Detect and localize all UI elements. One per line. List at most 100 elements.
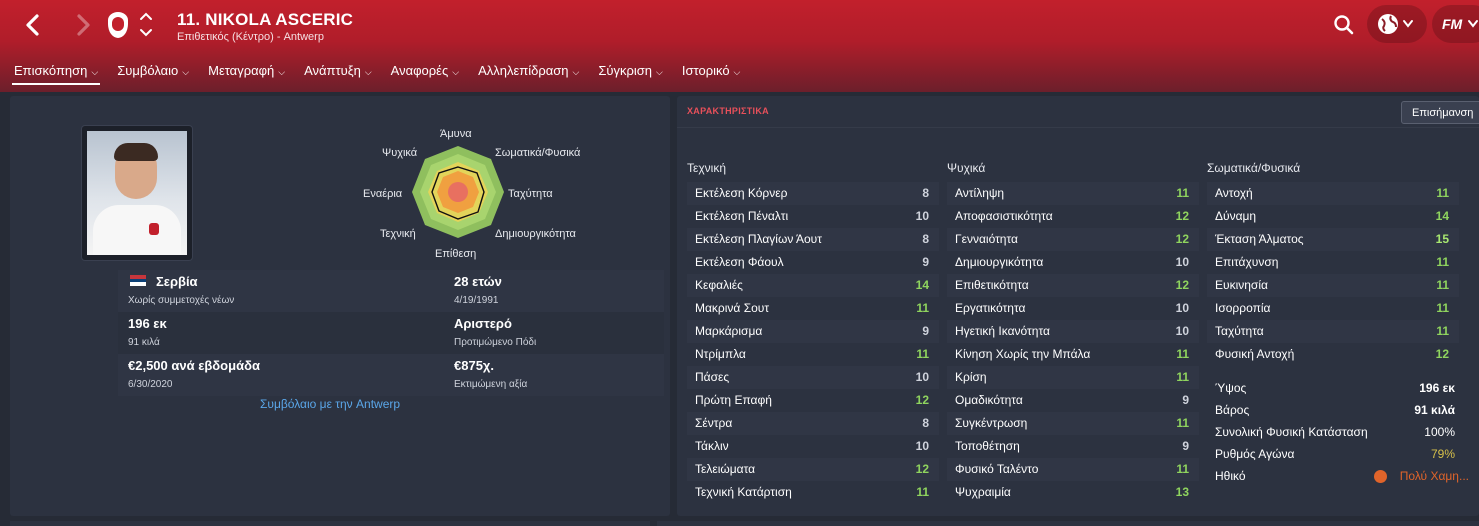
info-row-contract: €2,500 ανά εβδομάδα 6/30/2020 €875χ. Εκτ…	[118, 354, 664, 396]
attribute-row[interactable]: Επιθετικότητα 12	[947, 274, 1199, 297]
attribute-row[interactable]: Ψυχραιμία 13	[947, 481, 1199, 504]
attribute-name: Φυσικό Ταλέντο	[955, 462, 1039, 476]
radar-label-creativity: Δημιουργικότητα	[495, 228, 576, 240]
chevron-updown-icon	[140, 12, 152, 37]
tab-development[interactable]: Ανάπτυξη ⌵	[302, 62, 374, 85]
tab-reports[interactable]: Αναφορές ⌵	[389, 62, 461, 85]
attribute-row[interactable]: Μακρινά Σουτ 11	[687, 297, 939, 320]
chevron-down-icon: ⌵	[91, 67, 99, 77]
attribute-value: 14	[915, 278, 929, 292]
attribute-value: 11	[1176, 462, 1189, 476]
tab-contract[interactable]: Συμβόλαιο ⌵	[115, 62, 191, 85]
attribute-name: Αποφασιστικότητα	[955, 209, 1053, 223]
attribute-row[interactable]: Έκταση Άλματος 15	[1207, 228, 1459, 251]
estimated-value: €875χ.	[454, 358, 495, 373]
radar-label-defence: Άμυνα	[440, 128, 472, 140]
chevron-down-icon: ⌵	[572, 67, 580, 77]
fm-menu-button[interactable]: FM	[1432, 5, 1479, 43]
attribute-name: Ντρίμπλα	[695, 347, 746, 361]
physical-info-row: Συνολική Φυσική Κατάσταση 100%	[1207, 422, 1479, 444]
info-row-nationality: Σερβία Χωρίς συμμετοχές νέων 28 ετών 4/1…	[118, 270, 664, 312]
attribute-row[interactable]: Σέντρα 8	[687, 412, 939, 435]
attribute-name: Τοποθέτηση	[955, 439, 1020, 453]
attribute-row[interactable]: Εργατικότητα 10	[947, 297, 1199, 320]
attribute-row[interactable]: Εκτέλεση Κόρνερ 8	[687, 182, 939, 205]
tab-overview[interactable]: Επισκόπηση ⌵	[12, 62, 101, 85]
attribute-row[interactable]: Αντίληψη 11	[947, 182, 1199, 205]
attribute-value: 12	[1435, 347, 1449, 361]
world-menu-button[interactable]	[1367, 5, 1427, 43]
attribute-name: Ισορροπία	[1215, 301, 1271, 315]
highlight-button[interactable]: Επισήμανση	[1401, 101, 1479, 124]
chevron-down-icon: ⌵	[278, 67, 286, 77]
attribute-value: 12	[1175, 232, 1189, 246]
attribute-name: Έκταση Άλματος	[1215, 232, 1304, 246]
tab-comparison[interactable]: Σύγκριση ⌵	[596, 62, 665, 85]
attribute-row[interactable]: Τεχνική Κατάρτιση 11	[687, 481, 939, 504]
attribute-row[interactable]: Κεφαλιές 14	[687, 274, 939, 297]
attribute-row[interactable]: Συγκέντρωση 11	[947, 412, 1199, 435]
attribute-row[interactable]: Ευκινησία 11	[1207, 274, 1459, 297]
attribute-value: 11	[1436, 324, 1449, 338]
attribute-row[interactable]: Ηγετική Ικανότητα 10	[947, 320, 1199, 343]
search-button[interactable]	[1331, 12, 1357, 38]
attribute-row[interactable]: Φυσικό Ταλέντο 11	[947, 458, 1199, 481]
attribute-row[interactable]: Αντοχή 11	[1207, 182, 1459, 205]
radar-label-aerial: Εναέρια	[363, 188, 403, 200]
technical-header: Τεχνική	[687, 161, 726, 175]
overview-panel: Άμυνα Σωματικά/Φυσικά Ταχύτητα Δημιουργι…	[10, 96, 670, 516]
attribute-name: Σέντρα	[695, 416, 733, 430]
physical-info-name: Βάρος	[1215, 403, 1250, 417]
attribute-value: 10	[1175, 255, 1189, 269]
attribute-value: 10	[915, 209, 929, 223]
attribute-row[interactable]: Φυσική Αντοχή 12	[1207, 343, 1459, 366]
attribute-row[interactable]: Δύναμη 14	[1207, 205, 1459, 228]
contract-link[interactable]: Συμβόλαιο με την Antwerp	[260, 397, 400, 411]
date-of-birth: 4/19/1991	[454, 295, 499, 306]
attribute-row[interactable]: Πάσες 10	[687, 366, 939, 389]
attribute-value: 9	[1182, 393, 1189, 407]
weight: 91 κιλά	[128, 337, 160, 348]
attribute-name: Επιτάχυνση	[1215, 255, 1279, 269]
attribute-row[interactable]: Κρίση 11	[947, 366, 1199, 389]
tab-label: Αναφορές	[390, 63, 449, 78]
attribute-row[interactable]: Γενναιότητα 12	[947, 228, 1199, 251]
attribute-value: 10	[1175, 301, 1189, 315]
physical-info-value: 91 κιλά	[1414, 403, 1455, 417]
wage: €2,500 ανά εβδομάδα	[128, 358, 260, 373]
attribute-row[interactable]: Κίνηση Χωρίς την Μπάλα 11	[947, 343, 1199, 366]
club-crest-icon[interactable]	[108, 12, 128, 38]
attribute-row[interactable]: Ομαδικότητα 9	[947, 389, 1199, 412]
attribute-value: 15	[1435, 232, 1449, 246]
attribute-name: Τάκλιν	[695, 439, 729, 453]
tab-label: Σύγκριση	[598, 63, 653, 78]
attribute-value: 8	[922, 416, 929, 430]
attribute-row[interactable]: Δημιουργικότητα 10	[947, 251, 1199, 274]
attributes-title: ΧΑΡΑΚΤΗΡΙΣΤΙΚΑ	[687, 106, 769, 116]
player-photo	[82, 126, 192, 260]
tab-transfer[interactable]: Μεταγραφή ⌵	[206, 62, 287, 85]
forward-button[interactable]	[68, 10, 98, 40]
attribute-row[interactable]: Αποφασιστικότητα 12	[947, 205, 1199, 228]
attribute-row[interactable]: Πρώτη Επαφή 12	[687, 389, 939, 412]
attribute-row[interactable]: Τελειώματα 12	[687, 458, 939, 481]
back-button[interactable]	[18, 10, 48, 40]
youth-caps: Χωρίς συμμετοχές νέων	[128, 295, 235, 306]
tab-interaction[interactable]: Αλληλεπίδραση ⌵	[476, 62, 581, 85]
attribute-row[interactable]: Ισορροπία 11	[1207, 297, 1459, 320]
attribute-row[interactable]: Εκτέλεση Φάουλ 9	[687, 251, 939, 274]
attribute-name: Κεφαλιές	[695, 278, 743, 292]
attribute-row[interactable]: Ντρίμπλα 11	[687, 343, 939, 366]
attribute-row[interactable]: Επιτάχυνση 11	[1207, 251, 1459, 274]
nationality[interactable]: Σερβία	[156, 274, 198, 289]
lower-panel-right	[657, 521, 1479, 526]
attribute-row[interactable]: Τοποθέτηση 9	[947, 435, 1199, 458]
attribute-row[interactable]: Εκτέλεση Πλαγίων Άουτ 8	[687, 228, 939, 251]
player-position-club[interactable]: Επιθετικός (Κέντρο) - Antwerp	[177, 31, 324, 43]
attribute-row[interactable]: Ταχύτητα 11	[1207, 320, 1459, 343]
attribute-row[interactable]: Μαρκάρισμα 9	[687, 320, 939, 343]
attribute-row[interactable]: Εκτέλεση Πέναλτι 10	[687, 205, 939, 228]
tab-history[interactable]: Ιστορικό ⌵	[680, 62, 743, 85]
attribute-row[interactable]: Τάκλιν 10	[687, 435, 939, 458]
player-switch-arrows[interactable]	[138, 10, 154, 40]
